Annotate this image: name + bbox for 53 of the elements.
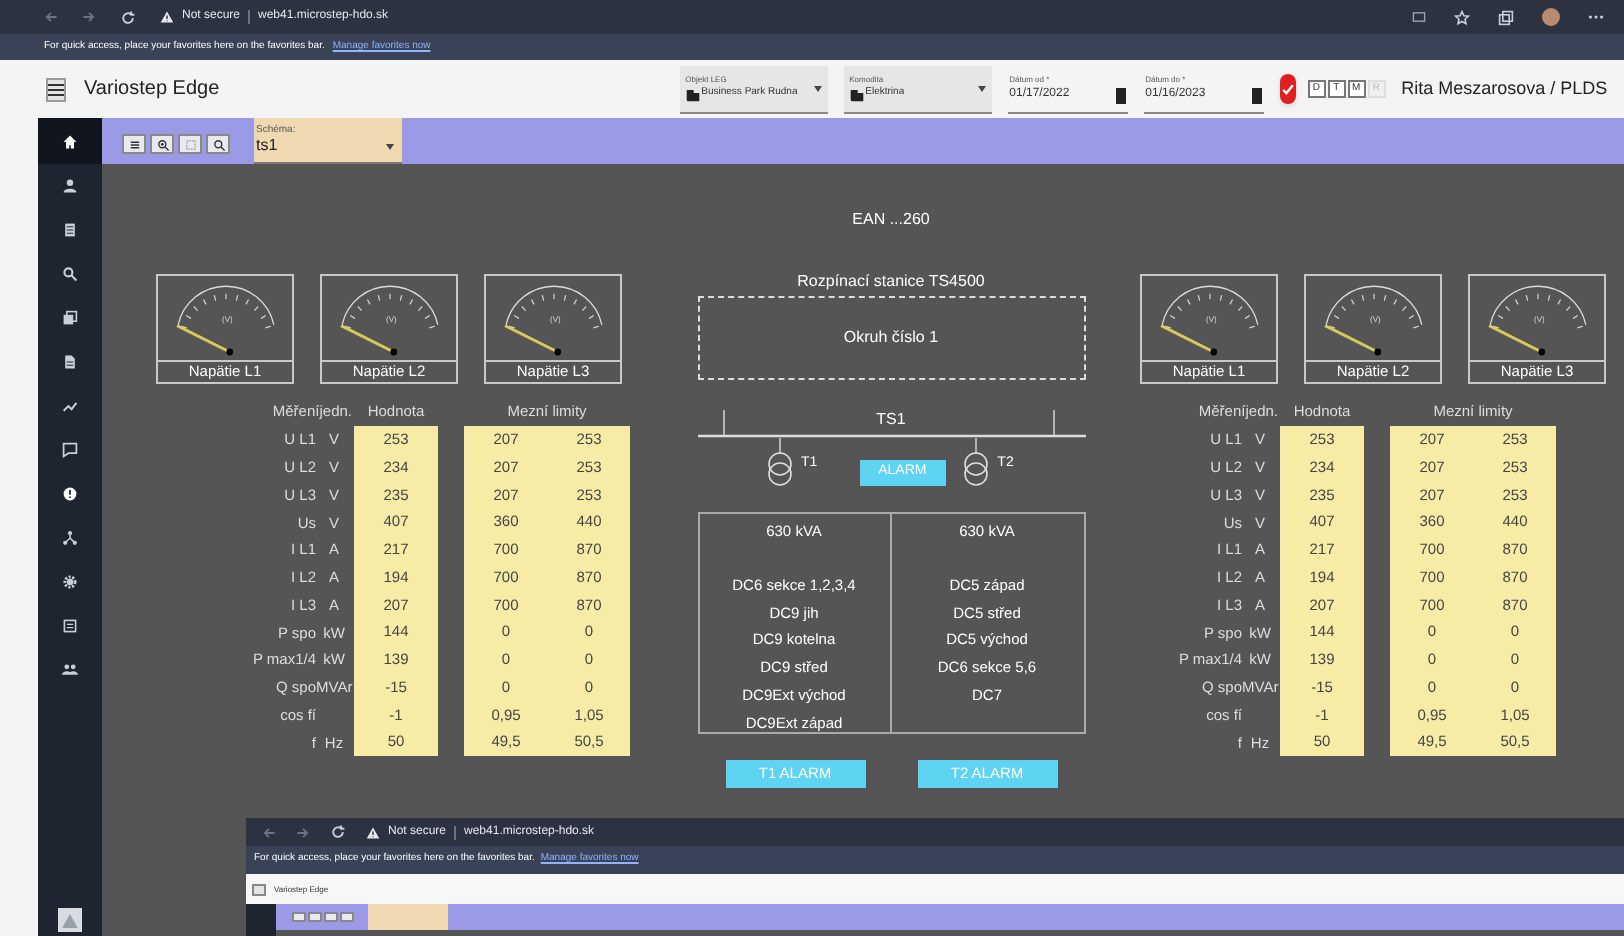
station-title: Rozpínací stanice TS4500 [797,270,985,294]
collections-icon[interactable] [1498,9,1514,25]
caret-icon [386,144,394,150]
file-icon[interactable] [62,354,78,370]
calendar-icon[interactable] [1115,87,1126,103]
document-icon[interactable] [62,222,78,238]
building-icon [685,87,700,101]
sidebar [246,904,276,936]
home-icon[interactable] [62,133,78,149]
search-icon[interactable] [62,266,78,282]
chart-icon[interactable] [62,398,78,414]
ean-label: EAN ...260 [852,208,930,232]
caret-icon [813,85,822,91]
forward-icon[interactable] [82,10,96,24]
toolbar-button[interactable] [150,134,174,154]
forward-icon[interactable] [296,825,310,839]
reload-icon[interactable] [120,9,136,25]
app-title: Variostep Edge [84,76,220,104]
chat-icon[interactable] [62,442,78,458]
bus-label: TS1 [876,408,906,432]
user-name: Rita Meszarosova / PLDS [1401,75,1608,102]
back-icon[interactable] [262,825,276,839]
menu-icon [48,83,64,95]
check-icon [1279,81,1296,97]
user-icon[interactable] [62,178,78,194]
reload-icon[interactable] [330,824,346,840]
toolbar-button[interactable] [206,134,230,154]
list-icon [127,137,141,151]
back-icon[interactable] [44,10,58,24]
building-icon [849,87,864,101]
settings-icon[interactable] [62,574,78,590]
toolbar-button[interactable] [122,134,146,154]
cards-icon[interactable] [62,310,78,326]
tab-icon[interactable] [1412,10,1426,24]
menu-button[interactable] [46,77,66,101]
confirm-button[interactable] [1279,74,1296,104]
more-icon[interactable] [1588,14,1604,20]
zoom-out-icon [211,137,225,151]
warning-icon [366,825,380,839]
alert-icon[interactable] [62,486,78,502]
fit-icon [183,137,197,151]
caret-icon [977,85,986,91]
group-icon[interactable] [62,662,78,678]
warning-icon [160,10,174,24]
transformer-icon [961,438,990,490]
circuit-label: Okruh číslo 1 [843,326,939,350]
star-icon[interactable] [1454,9,1470,25]
list-icon[interactable] [62,618,78,634]
calendar-icon[interactable] [1251,87,1262,103]
zoom-in-icon [155,137,169,151]
transformer-icon [765,438,793,490]
warning-icon [62,913,78,927]
hierarchy-icon[interactable] [62,530,78,546]
